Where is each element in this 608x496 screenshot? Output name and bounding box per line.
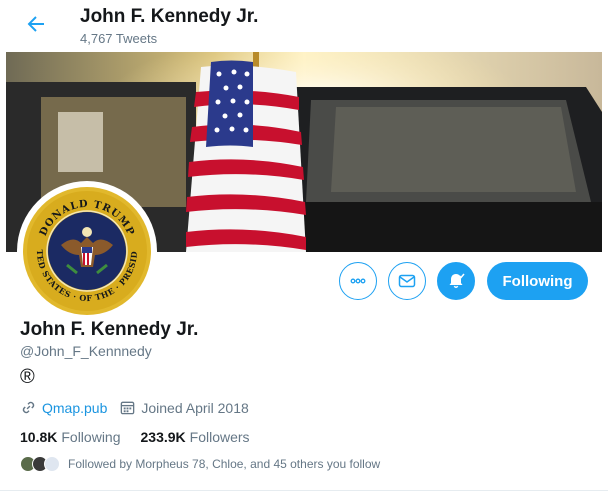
profile-bio: ® — [20, 366, 35, 388]
followed-by[interactable]: Followed by Morpheus 78, Chloe, and 45 o… — [20, 456, 380, 472]
tweet-count: 4,767 Tweets — [80, 31, 158, 46]
envelope-icon — [398, 274, 416, 288]
follower-avatar — [44, 456, 60, 472]
profile-name: John F. Kennedy Jr. — [20, 319, 199, 340]
more-button[interactable] — [339, 262, 377, 300]
followers-count: 233.9K — [140, 429, 186, 445]
notifications-button[interactable] — [437, 262, 475, 300]
website-link[interactable]: Qmap.pub — [42, 400, 107, 416]
avatar[interactable]: DONALD TRUMP UNITED STATES · OF THE · PR… — [17, 181, 157, 321]
header-title: John F. Kennedy Jr. — [80, 6, 259, 27]
following-count-link[interactable]: 10.8K Following — [20, 429, 121, 445]
follow-stats: 10.8K Following 233.9K Followers — [20, 429, 270, 445]
followed-by-text: Followed by Morpheus 78, Chloe, and 45 o… — [68, 457, 381, 471]
back-arrow-icon[interactable] — [24, 12, 48, 36]
profile-handle: @John_F_Kennnedy — [20, 343, 152, 359]
more-dots-icon — [350, 278, 366, 284]
link-icon — [22, 401, 35, 414]
divider — [0, 490, 608, 491]
bell-check-icon — [449, 273, 465, 289]
followers-label: Followers — [189, 429, 250, 445]
profile-meta: Qmap.pub Joined April 2018 — [20, 399, 249, 416]
followers-count-link[interactable]: 233.9K Followers — [141, 429, 250, 445]
message-button[interactable] — [388, 262, 426, 300]
joined-date: Joined April 2018 — [141, 399, 249, 416]
profile-header: John F. Kennedy Jr. 4,767 Tweets — [0, 0, 608, 52]
following-button[interactable]: Following — [487, 262, 588, 300]
calendar-icon — [121, 401, 135, 415]
following-label: Following — [61, 429, 121, 445]
following-count: 10.8K — [20, 429, 58, 445]
